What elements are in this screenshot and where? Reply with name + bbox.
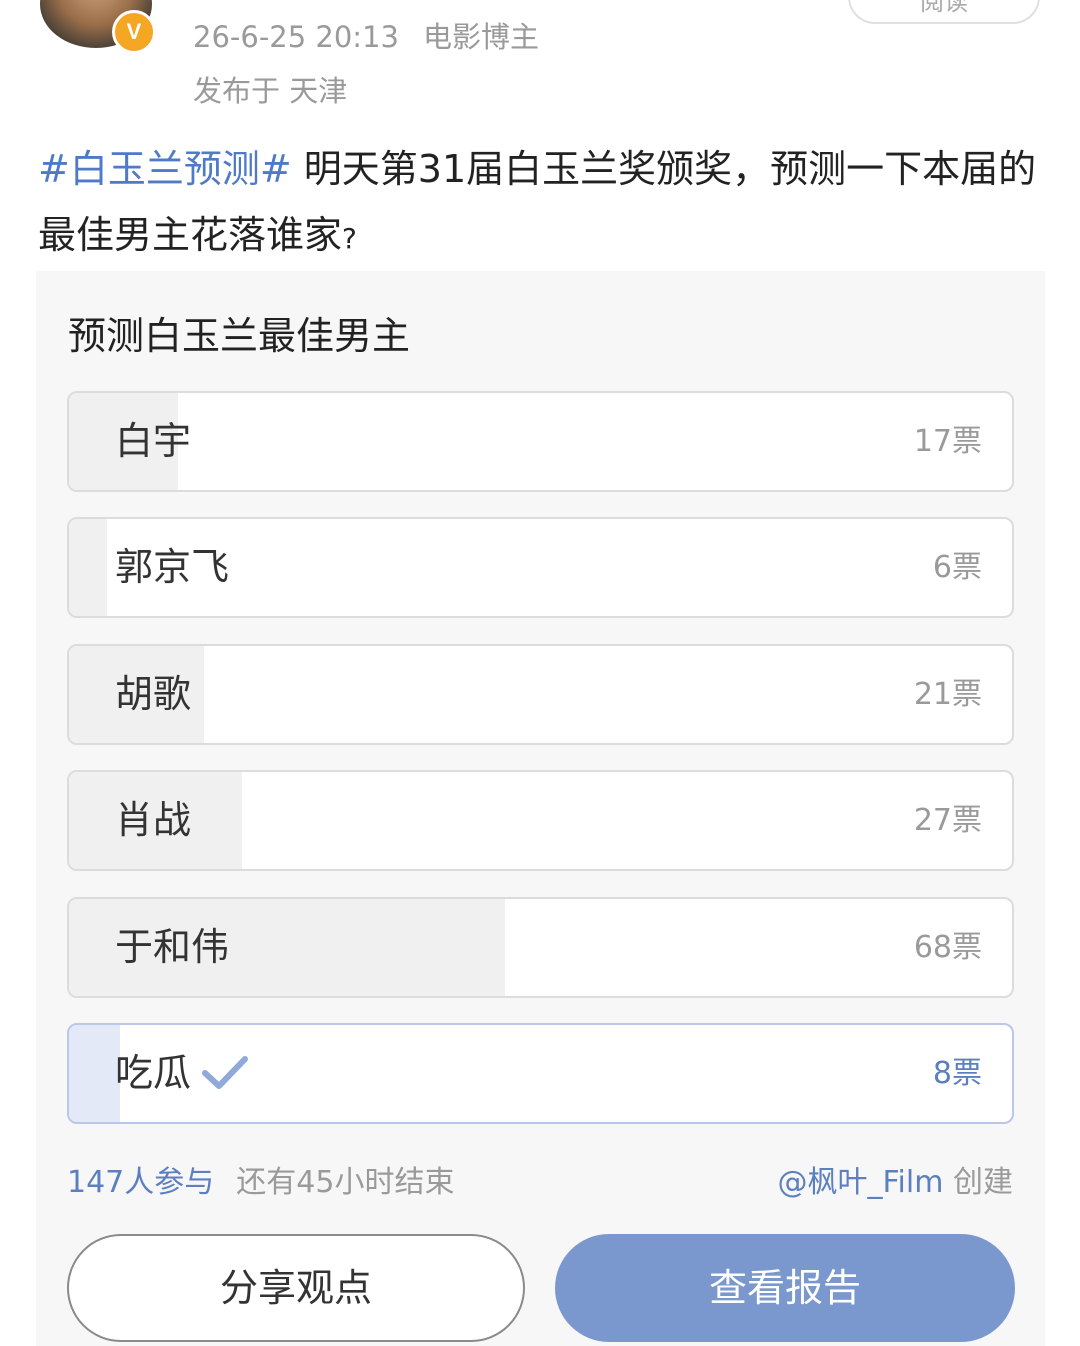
poll-option-label: 肖战 xyxy=(115,798,192,842)
check-icon xyxy=(202,1055,249,1089)
post-meta: 26-6-25 20:13 电影博主 xyxy=(193,14,539,56)
author-tag: 电影博主 xyxy=(422,20,539,54)
poll-option-votes: 21票 xyxy=(913,677,982,712)
poll-option[interactable]: 于和伟 68票 xyxy=(67,897,1014,998)
poll-participants: 147人参与 xyxy=(67,1165,215,1200)
poll-option[interactable]: 白宇 17票 xyxy=(67,391,1014,492)
post-location: 发布于 天津 xyxy=(193,74,348,108)
poll-creator-link[interactable]: @枫叶_Film xyxy=(777,1165,943,1200)
poll-creator-info: @枫叶_Film 创建 xyxy=(777,1157,1013,1201)
poll-option-fill xyxy=(69,1025,121,1122)
post-timestamp: 26-6-25 20:13 xyxy=(193,20,399,54)
poll-option-votes: 27票 xyxy=(913,803,982,838)
poll-option-label: 郭京飞 xyxy=(115,545,230,589)
poll-option-label: 白宇 xyxy=(115,419,192,463)
poll-option[interactable]: 胡歌 21票 xyxy=(67,644,1014,745)
post-question-mark: ? xyxy=(342,222,357,255)
poll-stats: 147人参与 还有45小时结束 xyxy=(67,1157,454,1201)
poll-option-fill xyxy=(69,519,108,616)
poll-option-votes: 6票 xyxy=(932,550,982,585)
read-button[interactable]: 阅读 xyxy=(848,0,1040,24)
poll-option-label: 胡歌 xyxy=(115,672,192,716)
poll-remaining-time: 还有45小时结束 xyxy=(236,1165,455,1200)
poll-option-votes: 17票 xyxy=(913,424,982,459)
poll-option-label: 吃瓜 xyxy=(115,1025,249,1122)
poll-option-label: 于和伟 xyxy=(115,925,230,969)
post-body: #白玉兰预测# 明天第31届白玉兰奖颁奖，预测一下本届的最佳男主花落谁家? xyxy=(38,136,1038,272)
poll-option-selected[interactable]: 吃瓜 8票 xyxy=(67,1023,1014,1124)
poll-creator-suffix: 创建 xyxy=(953,1165,1013,1200)
view-report-button[interactable]: 查看报告 xyxy=(555,1234,1015,1342)
poll-option[interactable]: 肖战 27票 xyxy=(67,770,1014,871)
poll-option-label-text: 吃瓜 xyxy=(115,1051,192,1095)
verified-badge-icon: V xyxy=(112,10,156,54)
topic-link[interactable]: #白玉兰预测# xyxy=(38,147,292,191)
weibo-post-page: V 26-6-25 20:13 电影博主 发布于 天津 阅读 #白玉兰预测# 明天… xyxy=(0,0,1080,1346)
poll-option-votes: 8票 xyxy=(932,1056,982,1091)
poll-card: 预测白玉兰最佳男主 白宇 17票 郭京飞 6票 胡歌 21票 肖战 27票 于和… xyxy=(36,271,1045,1346)
poll-option-votes: 68票 xyxy=(913,930,982,965)
author-avatar[interactable]: V xyxy=(40,0,156,54)
poll-title: 预测白玉兰最佳男主 xyxy=(68,314,411,358)
poll-option[interactable]: 郭京飞 6票 xyxy=(67,517,1014,618)
share-opinion-button[interactable]: 分享观点 xyxy=(67,1234,525,1342)
